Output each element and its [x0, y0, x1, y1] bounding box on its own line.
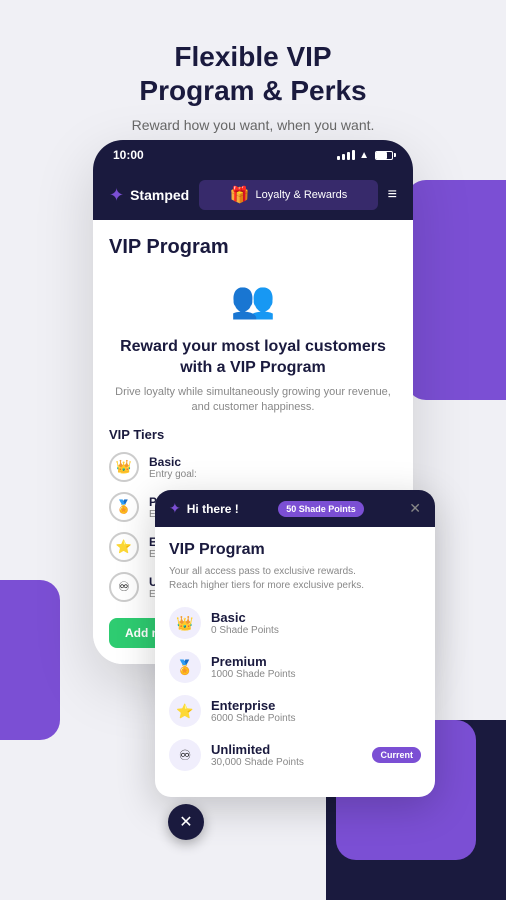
bg-shape-right [406, 180, 506, 400]
tier-icon-premium: 🏅 [109, 492, 139, 522]
overlay-tier-unlimited: ♾ Unlimited 30,000 Shade Points Current [169, 739, 421, 771]
nav-bar: ✦ Stamped 🎁 Loyalty & Rewards ≡ [93, 170, 413, 220]
overlay-tier-name-enterprise: Enterprise [211, 698, 296, 713]
tier-icon-basic: 👑 [109, 452, 139, 482]
overlay-close-icon[interactable]: ✕ [409, 500, 421, 517]
bg-shape-left [0, 580, 60, 740]
page-title: Flexible VIP Program & Perks [40, 40, 466, 107]
signal-bar-2 [342, 154, 345, 160]
vip-icon-area: 👥 [109, 279, 397, 321]
overlay-points-badge: 50 Shade Points [278, 501, 364, 517]
overlay-tier-points-basic: 0 Shade Points [211, 625, 279, 636]
overlay-logo-area: ✦ Hi there ! [169, 500, 239, 517]
vip-hero-sub: Drive loyalty while simultaneously growi… [109, 385, 397, 416]
overlay-header: ✦ Hi there ! 50 Shade Points ✕ [155, 490, 435, 527]
overlay-tier-name-unlimited: Unlimited [211, 742, 304, 757]
overlay-tier-info-unlimited: Unlimited 30,000 Shade Points [211, 742, 304, 768]
overlay-hi-text: Hi there ! [187, 502, 239, 516]
overlay-vip-title: VIP Program [169, 541, 421, 559]
overlay-card: ✦ Hi there ! 50 Shade Points ✕ VIP Progr… [155, 490, 435, 797]
stamped-logo-icon: ✦ [109, 185, 124, 206]
current-badge: Current [372, 747, 421, 763]
nav-loyalty-text: Loyalty & Rewards [256, 189, 348, 201]
tier-row-basic: 👑 Basic Entry goal: [109, 452, 397, 482]
vip-center-text: Reward your most loyal customers with a … [109, 337, 397, 415]
tier-icon-unlimited: ♾ [109, 572, 139, 602]
close-fab-button[interactable]: ✕ [168, 804, 204, 840]
header-section: Flexible VIP Program & Perks Reward how … [0, 0, 506, 153]
overlay-tier-points-enterprise: 6000 Shade Points [211, 713, 296, 724]
overlay-tier-points-unlimited: 30,000 Shade Points [211, 757, 304, 768]
overlay-logo-icon: ✦ [169, 500, 181, 517]
page-subtitle: Reward how you want, when you want. [40, 117, 466, 133]
vip-hero-title: Reward your most loyal customers with a … [109, 337, 397, 379]
overlay-tier-icon-premium: 🏅 [169, 651, 201, 683]
overlay-tier-icon-unlimited: ♾ [169, 739, 201, 771]
signal-bar-3 [347, 152, 350, 160]
overlay-tier-icon-basic: 👑 [169, 607, 201, 639]
signal-bar-1 [337, 156, 340, 160]
overlay-tier-icon-enterprise: ⭐ [169, 695, 201, 727]
overlay-tier-premium: 🏅 Premium 1000 Shade Points [169, 651, 421, 683]
overlay-tier-info-enterprise: Enterprise 6000 Shade Points [211, 698, 296, 724]
vip-program-title: VIP Program [109, 236, 397, 259]
close-fab-icon: ✕ [179, 812, 192, 832]
overlay-tier-points-premium: 1000 Shade Points [211, 669, 296, 680]
hamburger-menu-icon[interactable]: ≡ [388, 186, 397, 204]
vip-tiers-title: VIP Tiers [109, 427, 397, 442]
tier-name-basic: Basic [149, 455, 197, 469]
overlay-tier-info-basic: Basic 0 Shade Points [211, 610, 279, 636]
overlay-vip-subtitle: Your all access pass to exclusive reward… [169, 565, 421, 593]
tier-icon-enterprise: ⭐ [109, 532, 139, 562]
nav-logo: ✦ Stamped [109, 185, 189, 206]
nav-loyalty-tab[interactable]: 🎁 Loyalty & Rewards [199, 180, 377, 210]
tier-info-basic: Basic Entry goal: [149, 455, 197, 480]
nav-logo-text: Stamped [130, 187, 189, 203]
overlay-tier-info-premium: Premium 1000 Shade Points [211, 654, 296, 680]
overlay-tier-name-premium: Premium [211, 654, 296, 669]
overlay-tier-basic: 👑 Basic 0 Shade Points [169, 607, 421, 639]
overlay-tier-name-basic: Basic [211, 610, 279, 625]
vip-people-icon: 👥 [231, 279, 276, 320]
gift-icon: 🎁 [230, 185, 250, 205]
overlay-tier-enterprise: ⭐ Enterprise 6000 Shade Points [169, 695, 421, 727]
overlay-body: VIP Program Your all access pass to excl… [155, 527, 435, 797]
tier-entry-basic: Entry goal: [149, 469, 197, 480]
